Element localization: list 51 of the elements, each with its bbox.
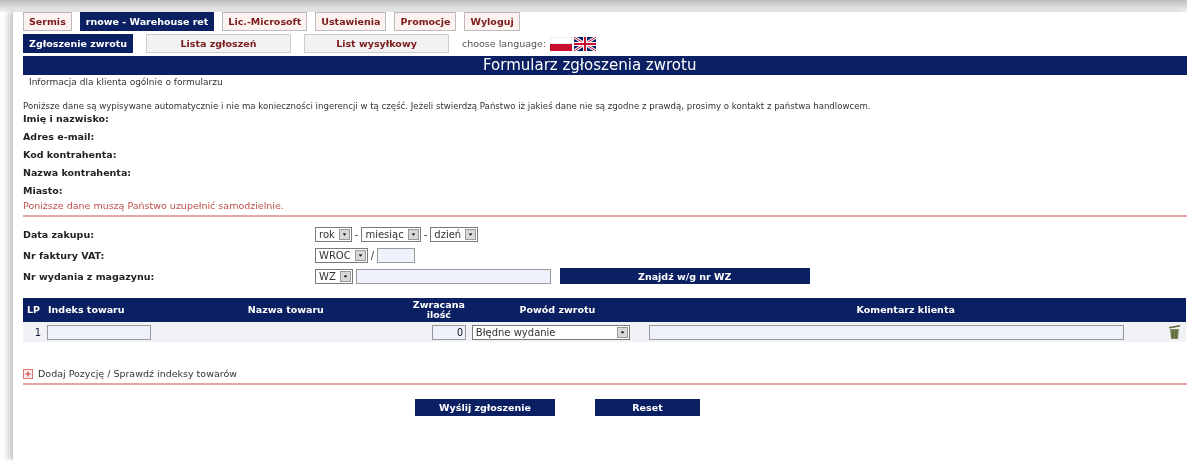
separator-text: /: [370, 249, 375, 261]
column-header: Powód zwrotu: [468, 298, 646, 322]
column-header: LP: [23, 298, 45, 322]
field-label: Adres e-mail:: [23, 131, 96, 142]
dropdown[interactable]: miesiąc: [361, 226, 421, 242]
nav-tab[interactable]: Promocje: [394, 12, 457, 31]
form-title-bar: Formularz zgłoszenia zwrotu: [23, 56, 1187, 75]
poland-flag-icon[interactable]: [550, 36, 573, 51]
sub-tab[interactable]: Zgłoszenie zwrotu: [23, 34, 133, 53]
language-label: choose language:: [462, 38, 547, 49]
uk-flag-icon[interactable]: [574, 36, 597, 51]
input-field[interactable]: [377, 247, 416, 263]
field-label: Nr faktury VAT:: [23, 249, 106, 261]
row-number: 1: [23, 322, 45, 342]
nav-tab[interactable]: Ustawienia: [315, 12, 387, 31]
nav-tab[interactable]: Wyloguj: [464, 12, 520, 31]
field-label: Data zakupu:: [23, 228, 95, 240]
dropdown[interactable]: dzień: [430, 226, 479, 242]
info-link[interactable]: Informacja dla klienta ogólnie o formularzu: [29, 77, 1187, 87]
input-field[interactable]: [648, 324, 1124, 340]
nav-tab[interactable]: Sermis: [23, 12, 72, 31]
dropdown[interactable]: WZ: [315, 268, 353, 284]
sub-tab[interactable]: List wysyłkowy: [304, 34, 449, 53]
column-header: Komentarz klienta: [645, 298, 1166, 322]
dropdown[interactable]: WROC: [315, 247, 368, 263]
notice-text: Poniższe dane muszą Państwo uzupełnić samodzielnie.: [23, 200, 285, 211]
add-icon[interactable]: [23, 368, 33, 379]
form-button[interactable]: Wyślij zgłoszenie: [415, 399, 555, 416]
nav-tab[interactable]: rnowe - Warehouse ret: [79, 12, 215, 31]
search-button[interactable]: Znajdź w/g nr WZ: [559, 268, 810, 284]
column-header: Indeks towaru: [44, 298, 163, 322]
field-label: Miasto:: [23, 185, 64, 196]
separator-text: -: [423, 228, 428, 240]
add-item-link[interactable]: Dodaj Pozycję / Sprawdź indeksy towarów: [38, 368, 238, 379]
field-label: Nr wydania z magazynu:: [23, 270, 156, 282]
field-label: Nazwa kontrahenta:: [23, 167, 133, 178]
sub-tab[interactable]: Lista zgłoszeń: [146, 34, 291, 53]
dropdown[interactable]: rok: [315, 226, 352, 242]
nav-tab[interactable]: Lic.-Microsoft: [222, 12, 308, 31]
separator-text: -: [354, 228, 359, 240]
trash-icon[interactable]: [1168, 323, 1182, 339]
form-button[interactable]: Reset: [595, 399, 700, 416]
input-field[interactable]: [47, 324, 152, 340]
notice-text: Poniższe dane są wypisywane automatycznie i nie ma konieczności ingerencji w tą część. Jeżeli stwierdzą Państwo iż jakieś dane nie są zgodne z prawdą, prosimy o kontakt z państwa handlowcem.: [23, 101, 872, 111]
field-label: Kod kontrahenta:: [23, 149, 118, 160]
column-header: Zwracana ilość: [408, 298, 469, 322]
column-header: Nazwa towaru: [162, 298, 409, 322]
input-field[interactable]: 0: [431, 324, 466, 340]
field-label: Imię i nazwisko:: [23, 113, 110, 124]
dropdown[interactable]: Błędne wydanie: [471, 324, 630, 340]
input-field[interactable]: [355, 268, 551, 284]
